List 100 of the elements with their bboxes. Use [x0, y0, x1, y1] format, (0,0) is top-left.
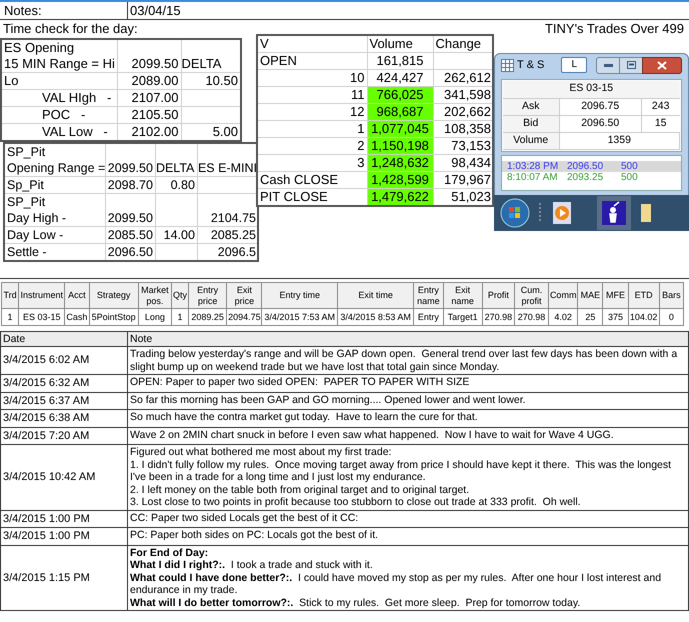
column-header: Bars — [662, 290, 681, 300]
table-cell: 3/4/2015 7:53 AM — [264, 312, 335, 322]
note-text: OPEN: Paper to paper two sided OPEN: PAPER TO PAPER WITH SIZE — [130, 376, 470, 388]
table-cell: 2089.25 — [191, 312, 224, 322]
banner-title: TINY's Trades Over 499 — [544, 20, 685, 38]
start-orb-icon[interactable] — [500, 198, 530, 228]
row-label: Day Low - — [7, 228, 64, 242]
change-cell: 202,662 — [444, 104, 491, 119]
note-text: CC: Paper two sided Locals get the best of it CC: — [130, 512, 358, 524]
row-label: 11 — [351, 87, 364, 102]
row-label: 2 — [357, 138, 364, 153]
column-header: ETD — [634, 290, 653, 300]
time-check-label: Time check for the day: — [3, 20, 138, 38]
maximize-button[interactable] — [620, 56, 642, 74]
grid-icon — [501, 58, 514, 72]
volume-cell: 766,025 — [367, 86, 433, 104]
column-header: Entry price — [197, 284, 218, 306]
date-cell: 3/4/2015 6:38 AM — [3, 412, 90, 424]
table-cell: 25 — [585, 312, 596, 322]
column-header: Comm — [550, 290, 576, 300]
column-header: Entry name — [417, 284, 440, 306]
close-icon — [657, 60, 667, 70]
row-label: Cash CLOSE — [260, 172, 338, 187]
date-cell: 3/4/2015 10:42 AM — [3, 471, 96, 483]
grip-icon — [538, 203, 543, 223]
change-cell: 108,358 — [444, 121, 491, 136]
es-emini-cell: 2096.5 — [218, 245, 256, 259]
maximize-icon — [626, 61, 636, 69]
column-header: Date — [3, 333, 26, 345]
volume-cell: 1,150,198 — [367, 138, 433, 154]
note-text: So much have the contra market gut today. Have to learn the cure for that. — [130, 411, 478, 423]
note-text: Wave 2 on 2MIN chart snuck in before I even saw what happened. Now I have to wait for Wave 4 UGG. — [130, 428, 614, 440]
quote-size: 243 — [652, 100, 670, 112]
change-cell: 262,612 — [444, 70, 491, 85]
quote-price: 2096.50 — [581, 116, 620, 129]
change-cell: 341,598 — [444, 87, 491, 102]
column-header: Change — [436, 36, 482, 51]
column-header: Trd — [3, 290, 17, 300]
row-label: Settle - — [7, 245, 47, 259]
window-title: T & S — [517, 58, 544, 73]
change-cell: 73,153 — [451, 138, 491, 153]
table-cell: Target1 — [448, 312, 478, 322]
quote-price: 1359 — [608, 134, 631, 146]
note-text: Figured out what bothered me most about my first trade: 1. I didn't fully follow my rules. Once moving target away from price I should have kept it there. This was the longest I've been in a trade for a long time and I just lost my endurance. 2. I left money on the table both from original target and to original target. 3. Lost close to two points in profit because too stubborn to close out trade at 333 profit. Oh well. — [130, 446, 672, 508]
delta-cell: 5.00 — [212, 124, 238, 139]
es-emini-cell: ES E-MINI — [198, 161, 257, 175]
table-cell: Entry — [418, 312, 439, 322]
table-cell: 1 — [178, 312, 183, 322]
date-cell: 3/4/2015 1:00 PM — [3, 512, 90, 524]
trade-row[interactable]: 8:10:07 AM 2093.25 500 — [502, 172, 681, 182]
quote-size: 15 — [654, 116, 667, 129]
notes-label: Notes: — [4, 3, 42, 18]
column-header: MFE — [606, 290, 625, 300]
delta-cell: DELTA — [156, 161, 194, 175]
volume-cell: 1,428,599 — [367, 172, 433, 188]
change-cell: 51,023 — [451, 189, 491, 204]
row-label: 3 — [357, 155, 364, 170]
column-header: Profit — [488, 290, 509, 300]
volume-cell: 968,687 — [367, 104, 433, 120]
column-header: Acct — [68, 290, 86, 300]
value-cell: 2102.00 — [132, 124, 178, 139]
play-icon[interactable] — [551, 201, 573, 225]
row-label: VAL HIgh - — [42, 90, 112, 105]
column-header: Cum. profit — [520, 284, 542, 306]
value-cell: 2096.50 — [108, 245, 153, 259]
column-header: Volume — [370, 36, 413, 51]
row-label: ES Opening 15 MIN Range = Hi — [4, 40, 115, 71]
row-label: VAL Low - — [42, 124, 108, 139]
column-header: Strategy — [96, 290, 130, 300]
table-cell: Long — [144, 312, 165, 322]
row-label: POC - — [42, 107, 86, 122]
note-text: PC: Paper both sides on PC: Locals got the best of it. — [130, 529, 378, 541]
table-cell: 270.98 — [484, 312, 512, 322]
value-cell: 2098.70 — [108, 178, 153, 192]
change-cell: 179,967 — [444, 172, 491, 187]
table-cell: 0 — [668, 312, 674, 322]
column-header: Exit name — [451, 284, 474, 306]
value-cell: 2107.00 — [132, 90, 178, 105]
minimize-button[interactable] — [596, 56, 620, 74]
delta-cell: 14.00 — [164, 228, 195, 242]
row-label: PIT CLOSE — [260, 189, 328, 204]
date-value: 03/04/15 — [130, 3, 181, 18]
trade-row[interactable]: 1:03:28 PM 2096.50 500 — [502, 160, 681, 172]
close-button[interactable] — [642, 56, 682, 74]
date-cell: 3/4/2015 6:32 AM — [3, 377, 90, 389]
row-label: SP_Pit Opening Range = — [7, 145, 106, 175]
table-cell: 104.02 — [630, 312, 658, 322]
note-text: For End of Day: What I did I right?:. I took a trade and stuck with it. What could I have done better?:. I could have moved my stop as per my rules. After one hour I lost interest and endurance in my trade. What will I do better tomorrow?:. Stick to my rules. Get more sleep. Prep for tomorrow today. — [130, 546, 662, 608]
table-cell: 5PointStop — [92, 312, 136, 322]
volume-cell: 424,427 — [367, 70, 433, 86]
app-icon[interactable] — [597, 196, 631, 230]
delta-cell: 0.80 — [170, 178, 195, 192]
date-cell: 3/4/2015 1:15 PM — [3, 572, 90, 584]
link-button[interactable]: L — [561, 57, 588, 73]
note-text: Trading below yesterday's range and will be GAP down open. General trend over last few days has been down with a slight bump up on weekend trade but we have lost that total gain since Monday. — [130, 348, 678, 372]
table-cell: 4.02 — [554, 312, 572, 322]
table-cell: 1 — [8, 312, 13, 322]
es-emini-cell: 2085.25 — [210, 228, 256, 242]
row-label: Sp_Pit — [7, 178, 44, 192]
row-label: SP_Pit Day High - — [7, 195, 66, 225]
